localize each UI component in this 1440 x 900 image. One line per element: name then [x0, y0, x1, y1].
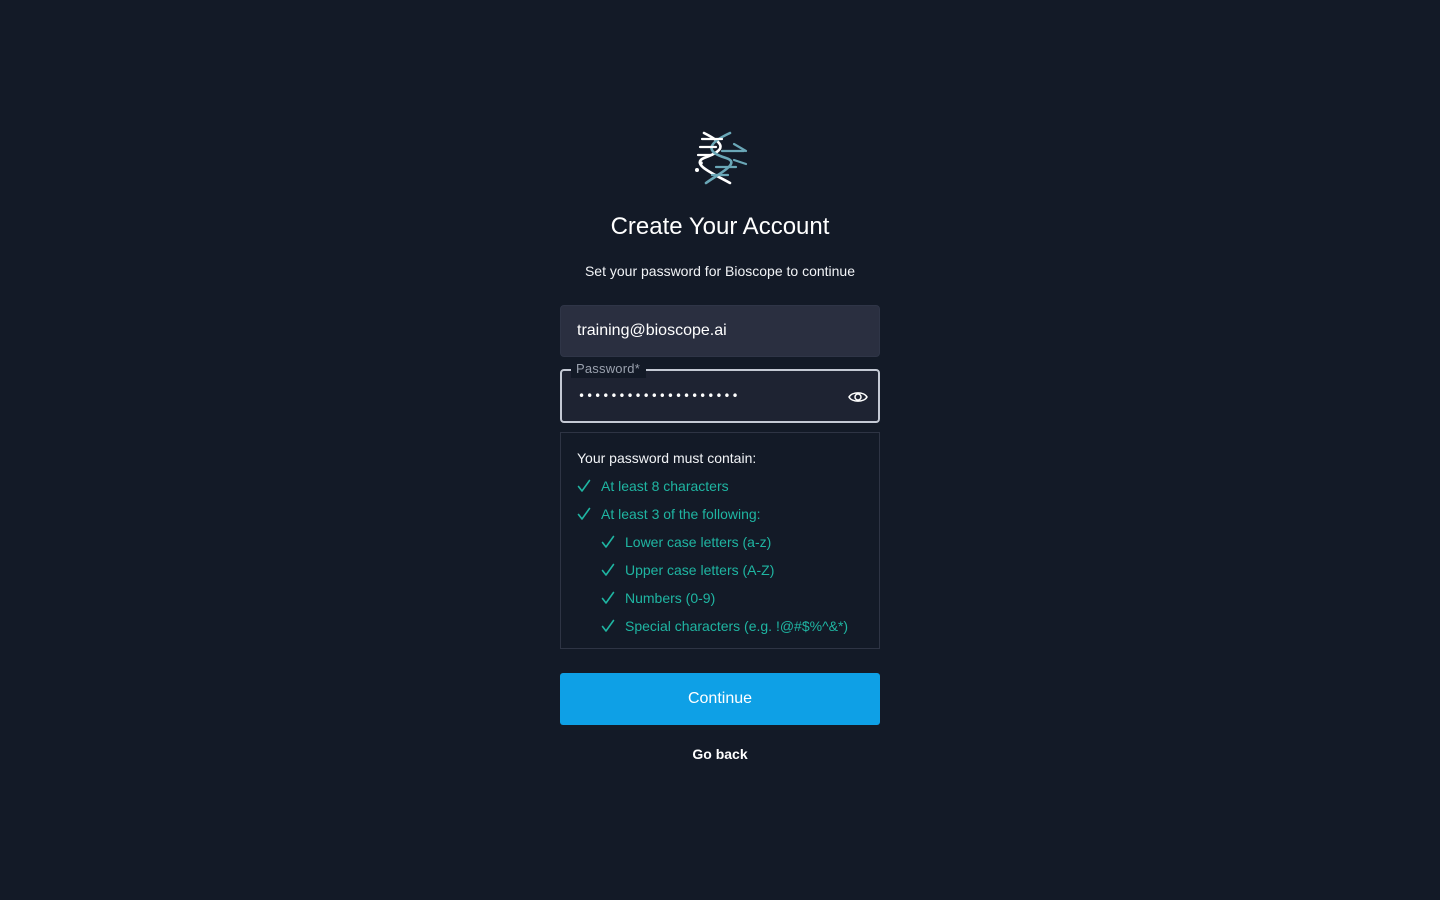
requirement-item: At least 3 of the following:	[577, 505, 761, 523]
requirement-label: Numbers (0-9)	[625, 590, 716, 606]
requirement-label: At least 3 of the following:	[601, 506, 761, 522]
check-icon	[601, 535, 615, 548]
email-field[interactable]	[560, 305, 880, 357]
required-marker: *	[634, 361, 640, 376]
requirement-item: Special characters (e.g. !@#$%^&*)	[601, 617, 848, 635]
requirement-item: Lower case letters (a-z)	[601, 533, 771, 551]
check-icon	[601, 591, 615, 604]
requirement-item: At least 8 characters	[577, 477, 729, 495]
eye-icon[interactable]	[847, 387, 869, 407]
email-input[interactable]	[577, 306, 865, 356]
password-requirements: Your password must contain: At least 8 c…	[560, 432, 880, 649]
page-subtitle: Set your password for Bioscope to contin…	[584, 263, 856, 279]
check-icon	[577, 507, 591, 520]
requirement-label: Special characters (e.g. !@#$%^&*)	[625, 618, 849, 634]
check-icon	[577, 479, 591, 492]
password-label-text: Password	[576, 361, 635, 376]
go-back: Go back	[0, 745, 1440, 763]
requirement-item: Numbers (0-9)	[601, 589, 715, 607]
check-icon	[601, 619, 615, 632]
check-icon	[601, 563, 615, 576]
requirement-label: At least 8 characters	[601, 478, 729, 494]
go-back-link[interactable]: Go back	[692, 746, 747, 762]
password-input[interactable]: ••••••••••••••••••••	[578, 383, 828, 409]
continue-button[interactable]: Continue	[560, 673, 880, 725]
requirements-title: Your password must contain:	[577, 450, 757, 466]
page-title: Create Your Account	[610, 213, 830, 240]
password-label: Password*	[571, 360, 646, 378]
requirement-label: Lower case letters (a-z)	[625, 534, 772, 550]
password-field[interactable]: Password* ••••••••••••••••••••	[560, 360, 880, 423]
signup-page: Create Your Account Set your password fo…	[0, 0, 1440, 900]
dna-helix-icon	[695, 131, 748, 185]
requirement-label: Upper case letters (A-Z)	[625, 562, 775, 578]
requirement-item: Upper case letters (A-Z)	[601, 561, 774, 579]
